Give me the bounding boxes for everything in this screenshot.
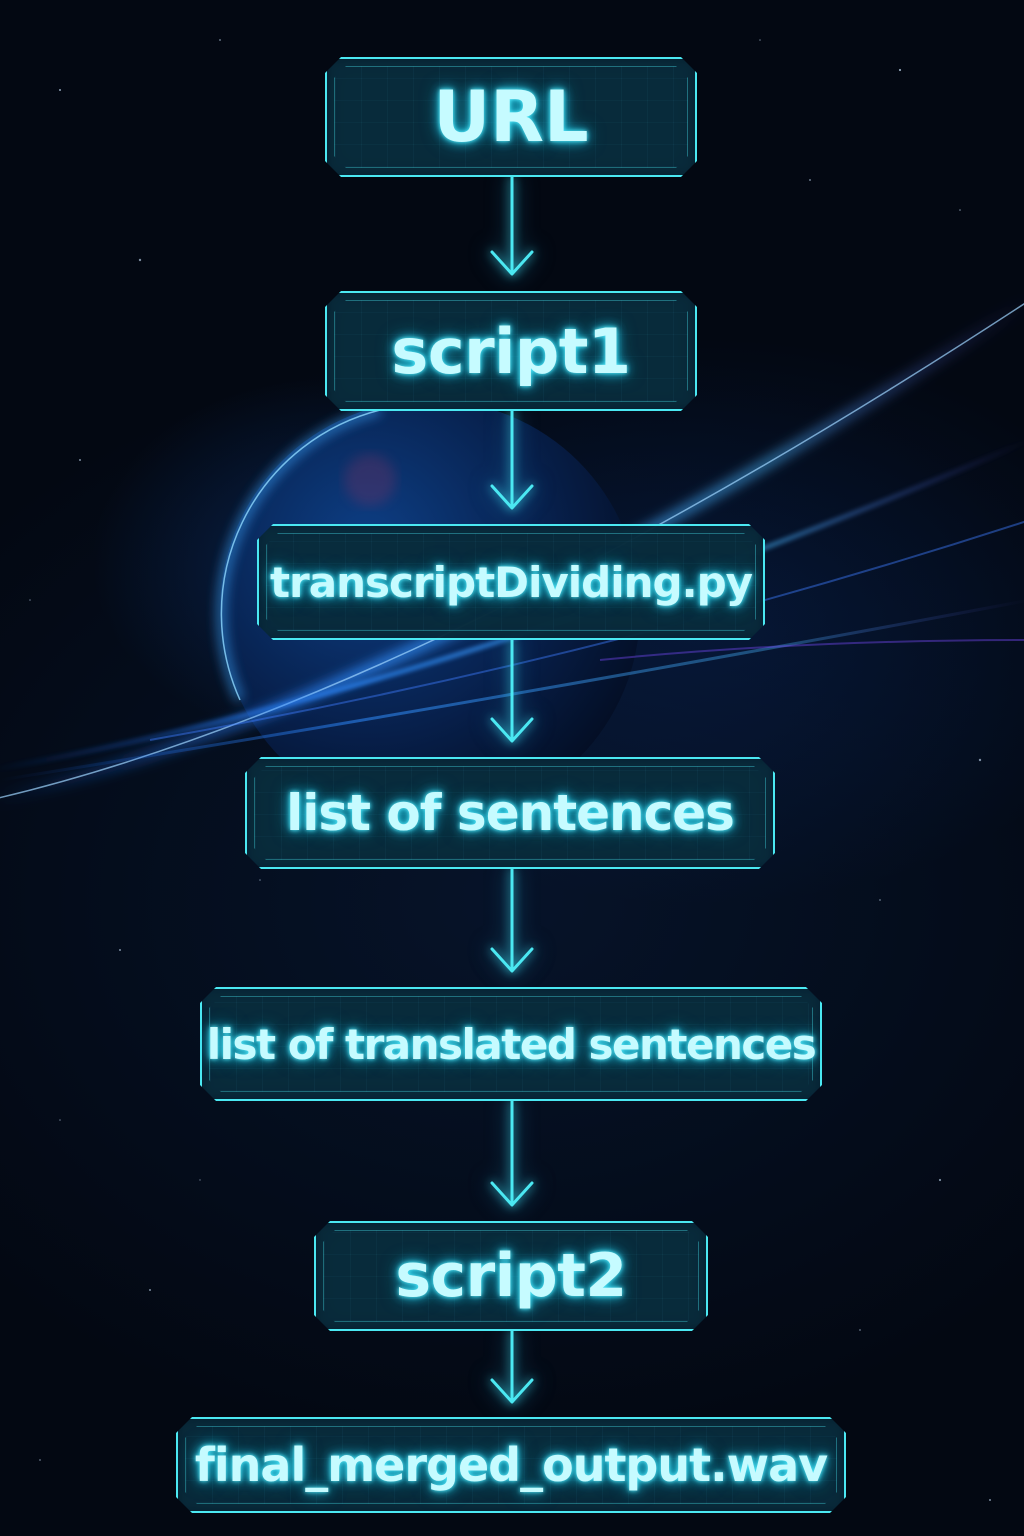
flowchart-canvas: URL script1 transcriptDividing.py list o…: [0, 0, 1024, 1536]
node-list-of-translated-sentences: list of translated sentences: [200, 987, 822, 1101]
node-script2: script2: [314, 1221, 708, 1331]
node-url: URL: [325, 57, 697, 177]
node-script1: script1: [325, 291, 697, 411]
node-label-list-of-translated-sentences: list of translated sentences: [206, 1019, 816, 1069]
node-label-transcript-dividing: transcriptDividing.py: [269, 557, 753, 607]
arrow-url-to-script1: [490, 175, 534, 276]
node-list-of-sentences: list of sentences: [245, 757, 775, 869]
node-transcript-dividing: transcriptDividing.py: [257, 524, 765, 640]
arrow-script2-to-final-output: [490, 1329, 534, 1404]
node-label-final-output: final_merged_output.wav: [194, 1438, 828, 1492]
node-label-url: URL: [433, 76, 589, 158]
arrow-translated-to-script2: [490, 1099, 534, 1207]
node-label-list-of-sentences: list of sentences: [286, 784, 734, 842]
arrow-transcriptdividing-to-sentences: [490, 638, 534, 743]
arrow-sentences-to-translated: [490, 867, 534, 973]
node-label-script1: script1: [391, 314, 631, 388]
arrow-script1-to-transcriptdividing: [490, 409, 534, 510]
node-label-script2: script2: [395, 1241, 627, 1311]
node-final-output: final_merged_output.wav: [176, 1417, 846, 1513]
